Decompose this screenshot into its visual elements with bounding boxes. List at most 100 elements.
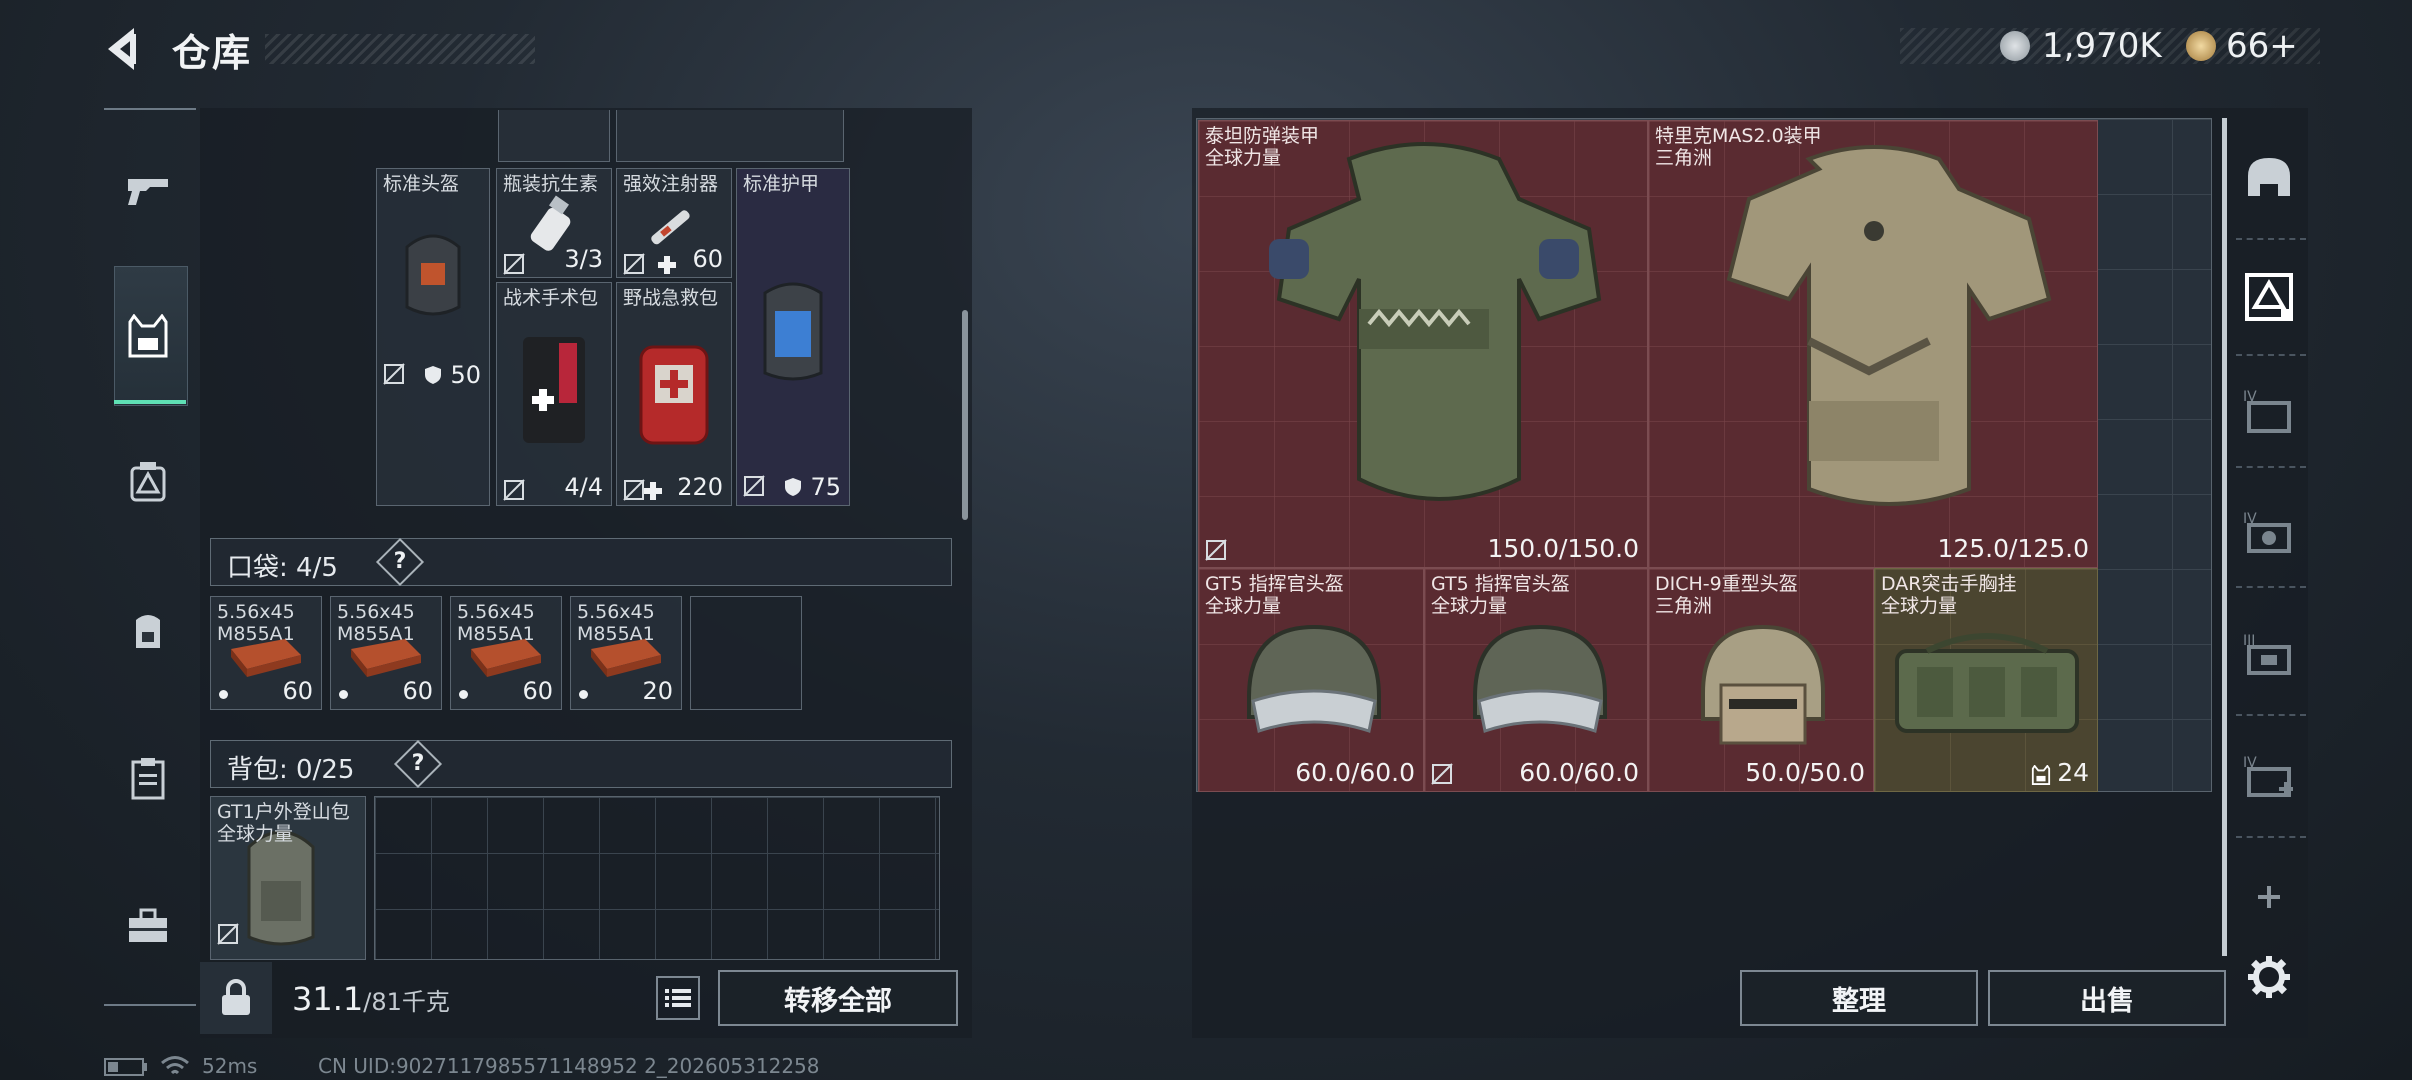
item-trek-armor[interactable]: 特里克MAS2.0装甲 三角洲 125.0/125.0 [1648,120,2098,568]
item-gt5-helmet[interactable]: GT5 指挥官头盔 全球力量 60.0/60.0 [1198,568,1424,792]
settings-gear-icon[interactable] [2240,948,2298,1006]
backpack-help-icon[interactable]: ? [393,739,443,789]
sort-button[interactable]: 整理 [1740,970,1978,1026]
item-value: 4/4 [564,473,603,501]
item-surgical-kit[interactable]: 战术手术包 4/4 [496,282,612,506]
item-durability: 125.0/125.0 [1937,534,2089,563]
item-ammo[interactable]: 5.56x45 M855A1 60 [330,596,442,710]
item-value: 60 [402,677,433,705]
item-name: 标准头盔 [383,173,460,195]
medkit-bag-icon[interactable] [118,452,178,512]
add-slot-icon[interactable] [2240,868,2298,926]
no-insure-icon [217,923,239,945]
side-divider [2236,354,2306,357]
item-standard-armor[interactable]: 标准护甲 75 [736,168,850,506]
item-first-aid-kit[interactable]: 野战急救包 220 [616,282,732,506]
backpack-label: 背包: 0/25 [227,755,355,785]
pocket-label: 口袋: 4/5 [227,553,338,583]
item-standard-helmet[interactable]: 标准头盔 50 [376,168,490,506]
gold-amount[interactable]: 66+ [2226,26,2298,66]
side-divider [2236,238,2306,241]
item-ammo[interactable]: 5.56x45 M855A1 60 [450,596,562,710]
item-name: 战术手术包 [503,287,599,309]
empty-pocket-slot[interactable] [690,596,802,710]
gun-icon[interactable] [118,160,178,220]
no-insure-icon [503,479,525,501]
gt5-helmet-image [1473,624,1607,733]
item-capacity: 24 [2057,758,2089,787]
pocket-count: 4/5 [296,553,338,583]
grid-slot[interactable] [498,110,610,162]
item-ammo[interactable]: 5.56x45 M855A1 60 [210,596,322,710]
item-value: 20 [642,677,673,705]
pocket-header: 口袋: 4/5 ? [210,537,952,587]
sell-button[interactable]: 出售 [1988,970,2226,1026]
side-divider [2236,714,2306,717]
health-plus-icon [644,482,662,500]
item-antibiotics[interactable]: 瓶装抗生素 3/3 [496,168,612,278]
item-name: GT5 指挥官头盔 全球力量 [1431,573,1570,617]
helmet-image [405,234,461,316]
item-injector[interactable]: 强效注射器 60 [616,168,732,278]
no-insure-icon [503,253,525,275]
backpack-item-slot[interactable]: GT1户外登山包 全球力量 [210,796,366,960]
silver-coin-icon [2000,31,2030,61]
item-name: 特里克MAS2.0装甲 三角洲 [1655,125,1822,169]
page-title: 仓库 [172,31,253,75]
case-slot-4-icon[interactable]: IV [2240,748,2298,806]
loadout-scrollbar[interactable] [2222,118,2227,956]
pocket-help-icon[interactable]: ? [375,537,425,587]
backpack-header: 背包: 0/25 ? [210,739,952,789]
lock-icon [222,979,250,1015]
transfer-all-button[interactable]: 转移全部 [718,970,958,1026]
item-name: 强效注射器 [623,173,719,195]
no-insure-icon [743,475,765,497]
clipboard-icon[interactable] [118,748,178,808]
health-plus-icon [658,256,676,274]
item-name: DAR突击手胸挂 全球力量 [1881,573,2017,617]
toolbox-icon[interactable] [118,896,178,956]
helmet-slot-icon[interactable] [2240,148,2298,206]
item-durability: 150.0/150.0 [1487,534,1639,563]
weapon-slot-3-icon[interactable]: III [2240,626,2298,684]
vest-slot-4-icon[interactable]: IV [2240,382,2298,440]
item-titan-armor[interactable]: 泰坦防弹装甲 全球力量 150.0/150.0 [1198,120,1648,568]
grid-slot[interactable] [616,110,844,162]
no-insure-icon [1205,539,1227,561]
surgical-kit-image [523,337,585,443]
list-icon [665,989,691,1007]
item-value: 60 [282,677,313,705]
battery-icon [104,1058,147,1076]
backpack-grid[interactable] [374,796,940,960]
item-name: GT5 指挥官头盔 全球力量 [1205,573,1344,617]
dich9-helmet-image [1701,624,1825,745]
gold-coin-icon [2186,31,2216,61]
item-value: 60 [522,677,553,705]
list-view-button[interactable] [656,976,700,1020]
item-dich9-helmet[interactable]: DICH-9重型头盔 三角洲 50.0/50.0 [1648,568,1874,792]
ammo-box-image [231,639,301,677]
item-value: 220 [677,473,723,501]
rail-divider-top [104,108,196,110]
lock-button[interactable] [200,962,272,1034]
ammo-box-image [351,639,421,677]
inventory-scrollbar[interactable] [962,310,968,520]
side-divider [2236,836,2306,839]
item-ammo[interactable]: 5.56x45 M855A1 20 [570,596,682,710]
item-name: DICH-9重型头盔 三角洲 [1655,573,1798,617]
trek-armor-image [1726,145,2052,506]
bullet-dot-icon [459,690,468,699]
armor-slot-icon[interactable] [2240,268,2298,326]
shield-icon [785,478,801,496]
ammo-box-image [591,639,661,677]
chest-rig-image [1895,633,2079,733]
ammo-box-image [471,639,541,677]
user-uid: CN UID:9027117985571148952 2_20260531225… [318,1054,820,1078]
backpack-icon[interactable] [118,600,178,660]
item-dar-chest-rig[interactable]: DAR突击手胸挂 全球力量 24 [1874,568,2098,792]
back-arrow-icon[interactable] [100,24,150,74]
weapon-slot-4-icon[interactable]: IV [2240,504,2298,562]
item-name: 野战急救包 [623,287,719,309]
weight-display: 31.1/81千克 [292,980,450,1018]
item-gt5-helmet[interactable]: GT5 指挥官头盔 全球力量 60.0/60.0 [1424,568,1648,792]
